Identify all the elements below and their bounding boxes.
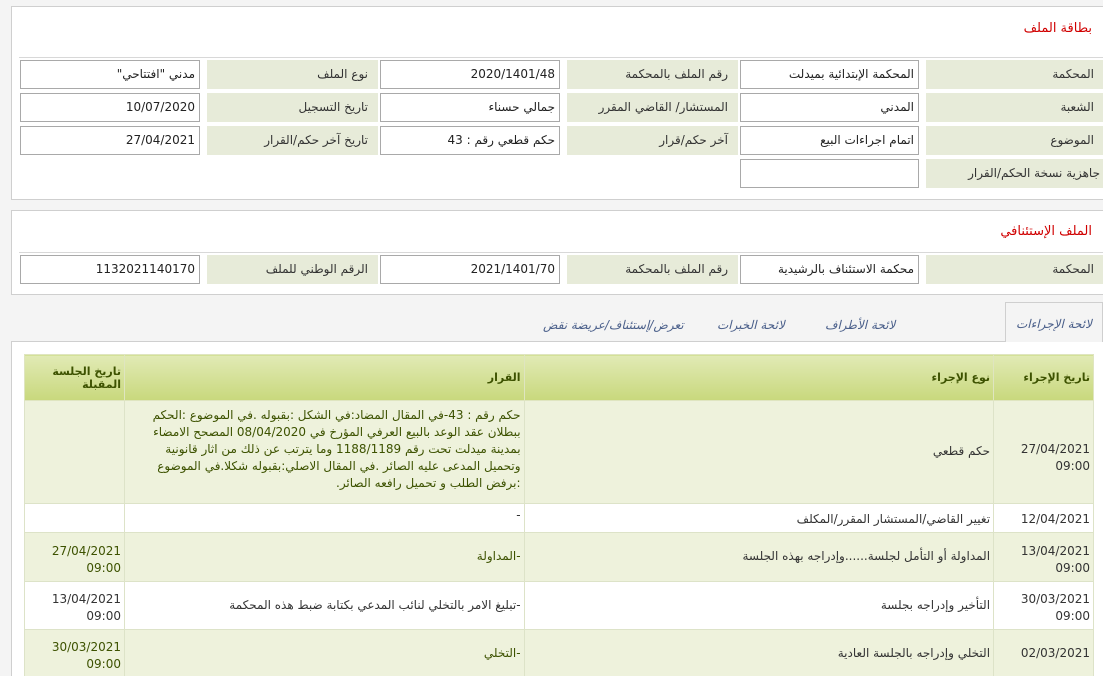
next-session-time: 09:00 (86, 561, 121, 575)
header-procedure-date[interactable]: تاريخ الإجراء (993, 354, 1094, 401)
procedure-type: التأخير وإدراجه بجلسة (523, 581, 995, 630)
division-value: المدني (740, 93, 919, 122)
procedures-header-row: تاريخ الإجراء نوع الإجراء القرار تاريخ ا… (24, 354, 1094, 401)
appeal-file-row: المحكمة محكمة الاستئناف بالرشيدية رقم ال… (19, 253, 1103, 286)
tab-procedures[interactable]: لائحة الإجراءات (1004, 302, 1103, 343)
judge-value: جمالي حسناء (380, 93, 560, 122)
procedure-date: 27/04/2021 (1020, 442, 1090, 456)
appeal-court-value: محكمة الاستئناف بالرشيدية (740, 255, 919, 284)
tab-parties[interactable]: لائحة الأطراف (825, 312, 895, 342)
court-label: المحكمة (926, 60, 1103, 89)
procedure-date-cell: 27/04/2021 09:00 (993, 400, 1094, 504)
appeal-file-panel: الملف الإستئنافي المحكمة محكمة الاستئناف… (11, 210, 1103, 295)
file-card-panel: بطاقة الملف المحكمة المحكمة الإبتدائية ب… (11, 6, 1103, 200)
national-number-value: 1132021140170 (20, 255, 200, 284)
procedure-type: التخلي وإدراجه بالجلسة العادية (523, 629, 995, 676)
header-next-session-date[interactable]: تاريخ الجلسة المقبلة (24, 354, 125, 401)
decision: -المداولة (123, 532, 525, 582)
file-card-row-4: جاهزية نسخة الحكم/القرار (19, 157, 1103, 190)
table-row: 12/04/2021 تغيير القاضي/المستشار المقرر/… (24, 503, 1094, 533)
next-session-cell: 27/04/2021 09:00 (24, 532, 125, 582)
procedure-date-cell: 12/04/2021 (993, 503, 1094, 533)
file-card-row-1: المحكمة المحكمة الإبتدائية بميدلت رقم ال… (19, 58, 1103, 91)
procedure-date: 02/03/2021 (1020, 645, 1090, 660)
national-number-label: الرقم الوطني للملف (207, 255, 378, 284)
procedure-time: 09:00 (1055, 459, 1090, 473)
procedure-date: 13/04/2021 (1020, 544, 1090, 558)
registration-date-label: تاريخ التسجيل (207, 93, 378, 122)
procedure-date-cell: 02/03/2021 (993, 629, 1094, 676)
decision: -التخلي (123, 629, 525, 676)
appeal-file-title: الملف الإستئنافي (1000, 224, 1092, 239)
next-session-date: 30/03/2021 (51, 640, 121, 654)
next-session-cell (24, 503, 125, 533)
next-session-cell (24, 400, 125, 504)
file-type-label: نوع الملف (207, 60, 378, 89)
next-session-time: 09:00 (86, 609, 121, 623)
tab-oppositions-appeals[interactable]: تعرض/إستئناف/عريضة نقض (543, 312, 684, 342)
last-judgment-value: حكم قطعي رقم : 43 (380, 126, 560, 155)
table-row: 30/03/2021 09:00 التأخير وإدراجه بجلسة -… (24, 581, 1094, 630)
decision: حكم رقم : 43-في المقال المضاد:في الشكل :… (123, 400, 525, 504)
procedure-time: 09:00 (1055, 609, 1090, 623)
next-session-date: 27/04/2021 (51, 544, 121, 558)
file-card-row-3: الموضوع اتمام اجراءات البيع آخر حكم/قرار… (19, 124, 1103, 157)
subject-label: الموضوع (926, 126, 1103, 155)
procedure-date-cell: 30/03/2021 09:00 (993, 581, 1094, 630)
procedure-date: 12/04/2021 (1020, 512, 1090, 526)
judgment-copy-ready-label: جاهزية نسخة الحكم/القرار (926, 159, 1103, 188)
last-judgment-date-value: 27/04/2021 (20, 126, 200, 155)
appeal-file-number-value: 2021/1401/70 (380, 255, 560, 284)
procedures-panel: تاريخ الإجراء نوع الإجراء القرار تاريخ ا… (11, 342, 1103, 676)
table-row: 13/04/2021 09:00 المداولة أو التأمل لجلس… (24, 532, 1094, 582)
procedure-type: حكم قطعي (523, 400, 995, 504)
court-file-number-label: رقم الملف بالمحكمة (567, 60, 738, 89)
header-decision[interactable]: القرار (123, 354, 525, 401)
table-row: 27/04/2021 09:00 حكم قطعي حكم رقم : 43-ف… (24, 400, 1094, 504)
header-procedure-type[interactable]: نوع الإجراء (523, 354, 995, 401)
appeal-file-table: المحكمة محكمة الاستئناف بالرشيدية رقم ال… (19, 252, 1103, 288)
appeal-court-label: المحكمة (926, 255, 1103, 284)
procedure-type: تغيير القاضي/المستشار المقرر/المكلف (523, 503, 995, 533)
registration-date-value: 10/07/2020 (20, 93, 200, 122)
judge-label: المستشار/ القاضي المقرر (567, 93, 738, 122)
judgment-copy-ready-value (740, 159, 919, 188)
table-row: 02/03/2021 التخلي وإدراجه بالجلسة العادي… (24, 629, 1094, 676)
court-value: المحكمة الإبتدائية بميدلت (740, 60, 919, 89)
last-judgment-date-label: تاريخ آخر حكم/القرار (207, 126, 378, 155)
procedure-type: المداولة أو التأمل لجلسة......وإدراجه به… (523, 532, 995, 582)
subject-value: اتمام اجراءات البيع (740, 126, 919, 155)
tab-expertises[interactable]: لائحة الخبرات (717, 312, 785, 342)
division-label: الشعبة (926, 93, 1103, 122)
appeal-file-number-label: رقم الملف بالمحكمة (567, 255, 738, 284)
procedure-time: 09:00 (1055, 561, 1090, 575)
file-card-table: المحكمة المحكمة الإبتدائية بميدلت رقم ال… (19, 57, 1103, 197)
decision: - (123, 503, 525, 533)
procedures-table: تاريخ الإجراء نوع الإجراء القرار تاريخ ا… (24, 354, 1094, 676)
court-file-number-value: 2020/1401/48 (380, 60, 560, 89)
file-card-row-2: الشعبة المدني المستشار/ القاضي المقرر جم… (19, 91, 1103, 124)
file-type-value: مدني "افتتاحي" (20, 60, 200, 89)
next-session-time: 09:00 (86, 657, 121, 671)
last-judgment-label: آخر حكم/قرار (567, 126, 738, 155)
tab-bar: لائحة الإجراءات لائحة الأطراف لائحة الخب… (11, 302, 1103, 343)
procedure-date: 30/03/2021 (1020, 592, 1090, 606)
next-session-date: 13/04/2021 (51, 592, 121, 606)
decision: -تبليغ الامر بالتخلي لنائب المدعي بكتابة… (123, 581, 525, 630)
procedure-date-cell: 13/04/2021 09:00 (993, 532, 1094, 582)
next-session-cell: 13/04/2021 09:00 (24, 581, 125, 630)
file-card-title: بطاقة الملف (1023, 21, 1092, 36)
next-session-cell: 30/03/2021 09:00 (24, 629, 125, 676)
